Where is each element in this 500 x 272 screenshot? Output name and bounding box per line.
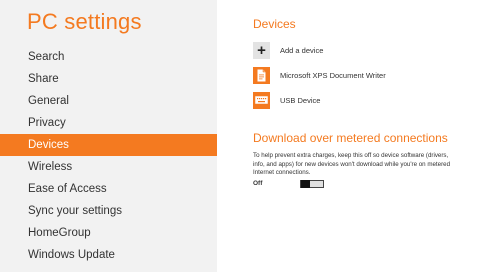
toggle-thumb xyxy=(301,180,310,188)
device-item-usb-device[interactable]: USB Device xyxy=(253,90,320,110)
device-label: USB Device xyxy=(280,95,321,105)
sidebar-item-wireless[interactable]: Wireless xyxy=(0,156,217,178)
sidebar-item-ease-of-access[interactable]: Ease of Access xyxy=(0,178,217,200)
sidebar-item-privacy[interactable]: Privacy xyxy=(0,112,217,134)
sidebar-item-devices[interactable]: Devices xyxy=(0,134,217,156)
add-device-button[interactable]: + Add a device xyxy=(253,40,323,60)
device-label: Microsoft XPS Document Writer xyxy=(280,70,386,80)
keyboard-icon xyxy=(253,91,270,109)
app-title: PC settings xyxy=(27,9,142,34)
devices-panel: Devices + Add a device Microsoft XPS Doc… xyxy=(253,0,500,272)
sidebar-item-share[interactable]: Share xyxy=(0,68,217,90)
sidebar: PC settings Search Share General Privacy… xyxy=(0,0,217,272)
device-item-xps-writer[interactable]: Microsoft XPS Document Writer xyxy=(253,65,386,85)
metered-download-toggle[interactable] xyxy=(300,180,324,188)
sidebar-item-homegroup[interactable]: HomeGroup xyxy=(0,222,217,244)
sidebar-nav: Search Share General Privacy Devices Wir… xyxy=(0,46,217,266)
metered-toggle-row: Off xyxy=(253,179,373,189)
sidebar-item-search[interactable]: Search xyxy=(0,46,217,68)
metered-heading: Download over metered connections xyxy=(253,131,448,145)
metered-description: To help prevent extra charges, keep this… xyxy=(253,152,451,177)
sidebar-item-general[interactable]: General xyxy=(0,90,217,112)
toggle-state-label: Off xyxy=(253,180,263,187)
sidebar-item-windows-update[interactable]: Windows Update xyxy=(0,244,217,266)
printer-icon xyxy=(253,66,270,84)
plus-icon: + xyxy=(253,41,270,59)
add-device-label: Add a device xyxy=(280,45,324,55)
devices-heading: Devices xyxy=(253,17,296,31)
sidebar-item-sync-settings[interactable]: Sync your settings xyxy=(0,200,217,222)
